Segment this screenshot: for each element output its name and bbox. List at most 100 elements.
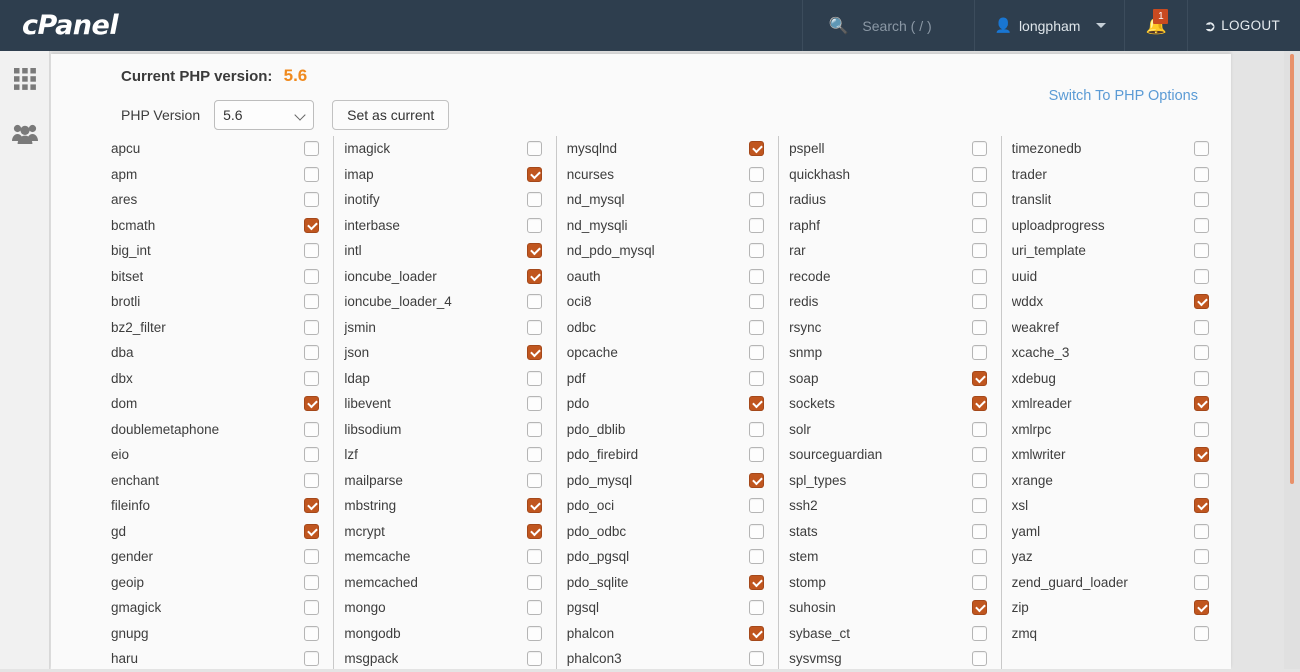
extension-checkbox[interactable] [1193, 345, 1209, 361]
extension-checkbox[interactable] [526, 523, 542, 539]
extension-checkbox[interactable] [304, 447, 320, 463]
extension-checkbox[interactable] [526, 447, 542, 463]
page-scrollbar-thumb[interactable] [1290, 54, 1294, 484]
extension-checkbox[interactable] [526, 217, 542, 233]
extension-checkbox[interactable] [971, 421, 987, 437]
extension-checkbox[interactable] [304, 523, 320, 539]
extension-checkbox[interactable] [1193, 141, 1209, 157]
extension-checkbox[interactable] [304, 498, 320, 514]
extension-checkbox[interactable] [749, 651, 765, 667]
extension-checkbox[interactable] [304, 217, 320, 233]
extension-checkbox[interactable] [749, 243, 765, 259]
extension-checkbox[interactable] [304, 192, 320, 208]
extension-checkbox[interactable] [749, 166, 765, 182]
extension-checkbox[interactable] [971, 498, 987, 514]
extension-checkbox[interactable] [1193, 574, 1209, 590]
extension-checkbox[interactable] [1193, 421, 1209, 437]
set-as-current-button[interactable]: Set as current [332, 100, 450, 130]
extension-checkbox[interactable] [304, 319, 320, 335]
extension-checkbox[interactable] [971, 523, 987, 539]
extension-checkbox[interactable] [749, 141, 765, 157]
search-input[interactable] [862, 17, 973, 34]
switch-to-php-options-link[interactable]: Switch To PHP Options [1049, 88, 1198, 104]
extension-checkbox[interactable] [304, 141, 320, 157]
extension-checkbox[interactable] [749, 345, 765, 361]
extension-checkbox[interactable] [304, 166, 320, 182]
extension-checkbox[interactable] [971, 370, 987, 386]
extension-checkbox[interactable] [526, 294, 542, 310]
extension-checkbox[interactable] [749, 472, 765, 488]
extension-checkbox[interactable] [749, 574, 765, 590]
extension-checkbox[interactable] [1193, 600, 1209, 616]
extension-checkbox[interactable] [749, 600, 765, 616]
extension-checkbox[interactable] [749, 370, 765, 386]
extension-checkbox[interactable] [526, 549, 542, 565]
extension-checkbox[interactable] [526, 625, 542, 641]
extension-checkbox[interactable] [1193, 396, 1209, 412]
extension-checkbox[interactable] [304, 370, 320, 386]
extension-checkbox[interactable] [971, 217, 987, 233]
extension-checkbox[interactable] [749, 319, 765, 335]
extension-checkbox[interactable] [304, 549, 320, 565]
extension-checkbox[interactable] [971, 319, 987, 335]
extension-checkbox[interactable] [526, 472, 542, 488]
php-version-select[interactable]: 5.6 [214, 100, 315, 130]
extension-checkbox[interactable] [749, 549, 765, 565]
extension-checkbox[interactable] [304, 268, 320, 284]
extension-checkbox[interactable] [526, 141, 542, 157]
extension-checkbox[interactable] [971, 345, 987, 361]
extension-checkbox[interactable] [749, 294, 765, 310]
extension-checkbox[interactable] [971, 243, 987, 259]
cpanel-logo[interactable]: cPanel [0, 0, 160, 51]
extension-checkbox[interactable] [526, 192, 542, 208]
extension-checkbox[interactable] [971, 166, 987, 182]
extension-checkbox[interactable] [971, 294, 987, 310]
extension-checkbox[interactable] [749, 396, 765, 412]
search-box[interactable]: 🔍 [801, 0, 974, 51]
extension-checkbox[interactable] [1193, 192, 1209, 208]
extension-checkbox[interactable] [304, 600, 320, 616]
extension-checkbox[interactable] [526, 396, 542, 412]
extension-checkbox[interactable] [304, 472, 320, 488]
extension-checkbox[interactable] [1193, 523, 1209, 539]
extension-checkbox[interactable] [526, 600, 542, 616]
extension-checkbox[interactable] [1193, 166, 1209, 182]
extension-checkbox[interactable] [1193, 268, 1209, 284]
extension-checkbox[interactable] [526, 345, 542, 361]
user-menu[interactable]: 👤 longpham [973, 0, 1125, 51]
extension-checkbox[interactable] [971, 396, 987, 412]
extension-checkbox[interactable] [971, 625, 987, 641]
extension-checkbox[interactable] [971, 192, 987, 208]
extension-checkbox[interactable] [749, 447, 765, 463]
extension-checkbox[interactable] [971, 447, 987, 463]
extension-checkbox[interactable] [526, 651, 542, 667]
extension-checkbox[interactable] [304, 625, 320, 641]
extension-checkbox[interactable] [526, 574, 542, 590]
extension-checkbox[interactable] [304, 243, 320, 259]
extension-checkbox[interactable] [749, 217, 765, 233]
extension-checkbox[interactable] [749, 523, 765, 539]
extension-checkbox[interactable] [304, 651, 320, 667]
sidebar-item-users[interactable] [0, 106, 49, 161]
extension-checkbox[interactable] [1193, 625, 1209, 641]
extension-checkbox[interactable] [304, 396, 320, 412]
extension-checkbox[interactable] [304, 421, 320, 437]
extension-checkbox[interactable] [304, 574, 320, 590]
php-version-select-wrapper[interactable]: 5.6 [214, 100, 315, 130]
extension-checkbox[interactable] [304, 294, 320, 310]
extension-checkbox[interactable] [749, 498, 765, 514]
extension-checkbox[interactable] [971, 472, 987, 488]
extension-checkbox[interactable] [1193, 243, 1209, 259]
extension-checkbox[interactable] [971, 141, 987, 157]
extension-checkbox[interactable] [1193, 447, 1209, 463]
extension-checkbox[interactable] [749, 421, 765, 437]
extension-checkbox[interactable] [1193, 217, 1209, 233]
extension-checkbox[interactable] [1193, 370, 1209, 386]
extension-checkbox[interactable] [971, 651, 987, 667]
extension-checkbox[interactable] [971, 600, 987, 616]
extension-checkbox[interactable] [304, 345, 320, 361]
extension-checkbox[interactable] [526, 421, 542, 437]
sidebar-item-apps[interactable] [0, 51, 49, 106]
extension-checkbox[interactable] [526, 319, 542, 335]
extension-checkbox[interactable] [1193, 319, 1209, 335]
